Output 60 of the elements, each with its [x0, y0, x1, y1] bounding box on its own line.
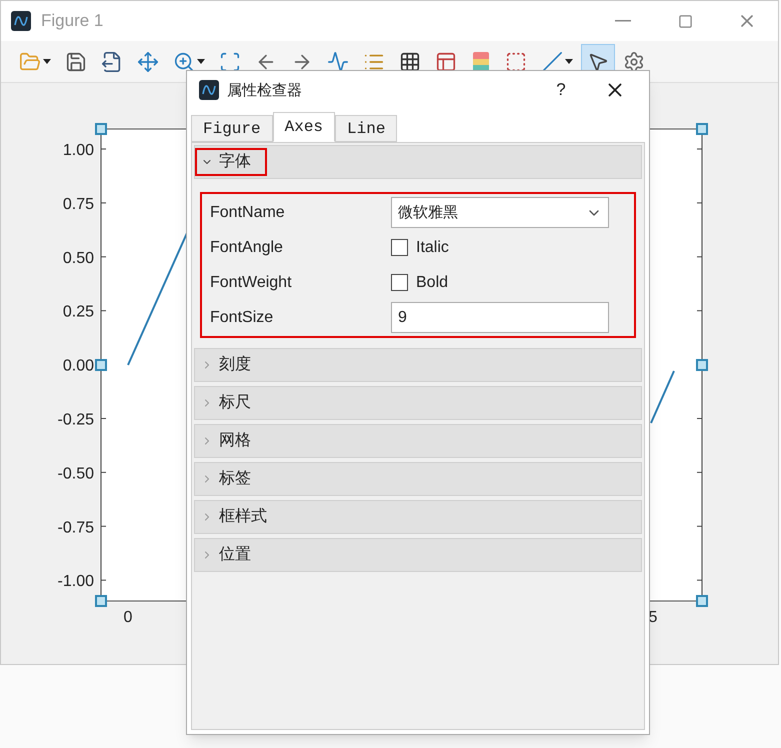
tab[interactable]: Figure [191, 115, 273, 142]
app-logo-icon [11, 11, 31, 31]
resize-handle[interactable] [95, 595, 107, 607]
settings-icon [623, 50, 645, 72]
section-header[interactable]: 位置 [194, 538, 642, 572]
resize-handle[interactable] [696, 123, 708, 135]
help-button[interactable]: ? [541, 73, 581, 107]
plot-line [650, 370, 675, 424]
checkbox[interactable] [391, 274, 408, 291]
y-tick-label: -1.00 [58, 573, 94, 590]
resize-handle[interactable] [95, 123, 107, 135]
export-icon [101, 50, 123, 72]
y-tick-label: 0.75 [62, 196, 94, 213]
save-icon [65, 50, 87, 72]
y-tick-label: -0.75 [58, 519, 94, 536]
checkbox-label: Italic [416, 238, 449, 258]
resize-handle[interactable] [95, 359, 107, 371]
y-tick-label: 0.25 [62, 304, 94, 321]
grid-icon [399, 50, 421, 72]
font-size-field[interactable]: 9 [391, 302, 609, 333]
window-title: Figure 1 [41, 10, 104, 32]
checkbox[interactable] [391, 239, 408, 256]
caret-icon [197, 59, 205, 64]
caret-icon [43, 59, 51, 64]
section-header[interactable]: 标签 [194, 462, 642, 496]
property-label: FontName [210, 202, 286, 222]
property-label: FontWeight [210, 272, 293, 292]
folder-icon [19, 50, 41, 72]
y-tick-label: -0.50 [58, 465, 94, 482]
y-tick-label: 0.00 [62, 358, 94, 375]
section-header[interactable]: 字体 [194, 145, 642, 179]
minimize-icon [615, 20, 631, 22]
checkbox-label: Bold [416, 272, 448, 292]
zoom-in-icon [173, 50, 195, 72]
dialog-title: 属性检查器 [227, 80, 302, 101]
section-header[interactable]: 网格 [194, 424, 642, 458]
line-icon [541, 50, 563, 72]
fit-icon [219, 50, 241, 72]
y-tick-label: 0.50 [62, 250, 94, 267]
property-label: FontSize [210, 308, 274, 328]
property-label: FontAngle [210, 238, 284, 258]
section-header[interactable]: 框样式 [194, 500, 642, 534]
tab[interactable]: Axes [272, 112, 336, 142]
maximize-icon [678, 14, 692, 28]
y-tick-label: 1.00 [62, 142, 94, 159]
resize-handle[interactable] [696, 595, 708, 607]
app-logo-icon [199, 80, 219, 100]
box-icon [505, 50, 527, 72]
caret-icon [565, 59, 573, 64]
section-header[interactable]: 标尺 [194, 386, 642, 420]
font-dropdown[interactable]: 微软雅黑 [391, 197, 609, 228]
move-icon [137, 50, 159, 72]
resize-handle[interactable] [696, 359, 708, 371]
y-tick-label: -0.25 [58, 412, 94, 428]
panels-icon [435, 50, 457, 72]
tab[interactable]: Line [335, 115, 398, 142]
data-cursor-icon [327, 50, 349, 72]
colorbar-icon [471, 50, 491, 72]
section-header[interactable]: 刻度 [194, 348, 642, 382]
x-tick-label: 0 [124, 609, 132, 626]
